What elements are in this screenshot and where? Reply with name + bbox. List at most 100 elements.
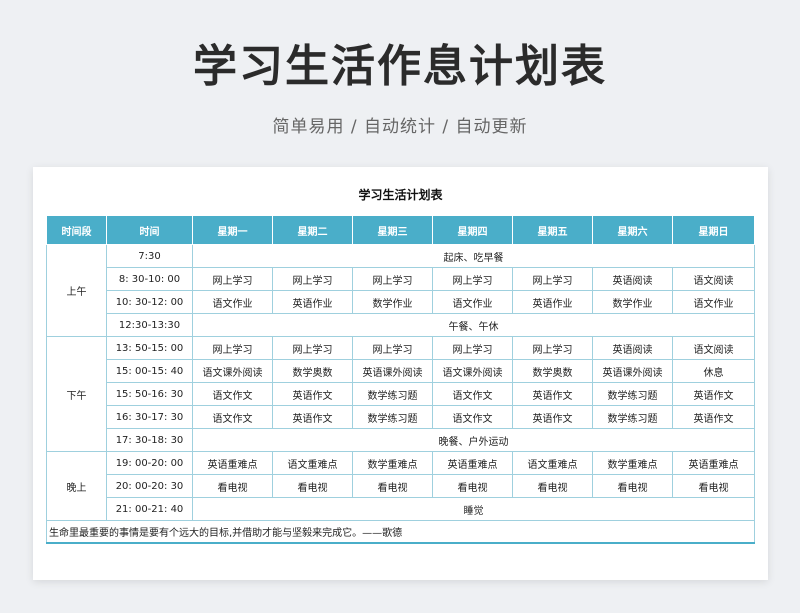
activity-cell[interactable]: 数学练习题 (592, 382, 673, 406)
activity-cell[interactable]: 看电视 (512, 474, 593, 498)
activity-cell[interactable]: 英语作文 (672, 405, 755, 429)
activity-cell[interactable]: 数学奥数 (272, 359, 353, 383)
column-header-saturday[interactable]: 星期六 (592, 215, 673, 245)
activity-cell[interactable]: 英语课外阅读 (352, 359, 433, 383)
time-cell[interactable]: 21: 00-21: 40 (106, 497, 193, 521)
merged-activity-cell[interactable]: 起床、吃早餐 (192, 244, 755, 268)
activity-cell[interactable]: 英语课外阅读 (592, 359, 673, 383)
header-row: 时间段 时间 星期一 星期二 星期三 星期四 星期五 星期六 星期日 (46, 215, 755, 245)
merged-activity-cell[interactable]: 晚餐、户外运动 (192, 428, 755, 452)
table-row: 17: 30-18: 30 晚餐、户外运动 (47, 428, 755, 452)
table-row: 15: 50-16: 30 语文作文 英语作文 数学练习题 语文作文 英语作文 … (47, 382, 755, 406)
activity-cell[interactable]: 英语作业 (272, 290, 353, 314)
activity-cell[interactable]: 语文作业 (192, 290, 273, 314)
activity-cell[interactable]: 数学重难点 (352, 451, 433, 475)
time-cell[interactable]: 8: 30-10: 00 (106, 267, 193, 291)
activity-cell[interactable]: 网上学习 (352, 336, 433, 360)
activity-cell[interactable]: 英语阅读 (592, 267, 673, 291)
activity-cell[interactable]: 看电视 (592, 474, 673, 498)
table-row: 10: 30-12: 00 语文作业 英语作业 数学作业 语文作业 英语作业 数… (47, 290, 755, 314)
activity-cell[interactable]: 英语重难点 (432, 451, 513, 475)
table-row: 上午 7:30 起床、吃早餐 (46, 244, 755, 337)
activity-cell[interactable]: 语文阅读 (672, 267, 755, 291)
activity-cell[interactable]: 语文课外阅读 (192, 359, 273, 383)
activity-cell[interactable]: 数学作业 (592, 290, 673, 314)
table-row: 15: 00-15: 40 语文课外阅读 数学奥数 英语课外阅读 语文课外阅读 … (47, 359, 755, 383)
activity-cell[interactable]: 英语阅读 (592, 336, 673, 360)
activity-cell[interactable]: 语文作业 (672, 290, 755, 314)
activity-cell[interactable]: 数学作业 (352, 290, 433, 314)
table-row: 21: 00-21: 40 睡觉 (47, 497, 755, 521)
column-header-time[interactable]: 时间 (106, 215, 193, 245)
activity-cell[interactable]: 英语重难点 (192, 451, 273, 475)
table-row: 下午 13: 50-15: 00 网上学习 网上学习 网上学习 网上学习 网上学… (46, 336, 755, 452)
activity-cell[interactable]: 数学奥数 (512, 359, 593, 383)
time-cell[interactable]: 15: 00-15: 40 (106, 359, 193, 383)
activity-cell[interactable]: 英语作文 (272, 382, 353, 406)
time-cell[interactable]: 7:30 (106, 244, 193, 268)
activity-cell[interactable]: 看电视 (432, 474, 513, 498)
activity-cell[interactable]: 语文作文 (432, 382, 513, 406)
activity-cell[interactable]: 网上学习 (512, 336, 593, 360)
table-row: 12:30-13:30 午餐、午休 (47, 313, 755, 337)
merged-activity-cell[interactable]: 睡觉 (192, 497, 755, 521)
merged-activity-cell[interactable]: 午餐、午休 (192, 313, 755, 337)
activity-cell[interactable]: 英语作业 (512, 290, 593, 314)
activity-cell[interactable]: 语文作文 (432, 405, 513, 429)
time-cell[interactable]: 13: 50-15: 00 (106, 336, 193, 360)
activity-cell[interactable]: 网上学习 (512, 267, 593, 291)
activity-cell[interactable]: 休息 (672, 359, 755, 383)
activity-cell[interactable]: 英语作文 (272, 405, 353, 429)
activity-cell[interactable]: 看电视 (352, 474, 433, 498)
quote-cell[interactable]: 生命里最重要的事情是要有个远大的目标,并借助才能与坚毅来完成它。——歌德 (46, 520, 755, 544)
column-header-period[interactable]: 时间段 (46, 215, 107, 245)
activity-cell[interactable]: 英语作文 (512, 405, 593, 429)
activity-cell[interactable]: 语文作业 (432, 290, 513, 314)
activity-cell[interactable]: 网上学习 (272, 336, 353, 360)
activity-cell[interactable]: 语文课外阅读 (432, 359, 513, 383)
activity-cell[interactable]: 网上学习 (192, 336, 273, 360)
time-cell[interactable]: 19: 00-20: 00 (106, 451, 193, 475)
activity-cell[interactable]: 英语重难点 (672, 451, 755, 475)
column-header-sunday[interactable]: 星期日 (672, 215, 755, 245)
table-row: 8: 30-10: 00 网上学习 网上学习 网上学习 网上学习 网上学习 英语… (47, 267, 755, 291)
time-cell[interactable]: 17: 30-18: 30 (106, 428, 193, 452)
activity-cell[interactable]: 网上学习 (192, 267, 273, 291)
time-cell[interactable]: 15: 50-16: 30 (106, 382, 193, 406)
activity-cell[interactable]: 看电视 (672, 474, 755, 498)
time-cell[interactable]: 16: 30-17: 30 (106, 405, 193, 429)
page-title: 学习生活作息计划表 (193, 41, 607, 92)
column-header-monday[interactable]: 星期一 (192, 215, 273, 245)
activity-cell[interactable]: 语文重难点 (272, 451, 353, 475)
activity-cell[interactable]: 英语作文 (512, 382, 593, 406)
table-row: 16: 30-17: 30 语文作文 英语作文 数学练习题 语文作文 英语作文 … (47, 405, 755, 429)
quote-row: 生命里最重要的事情是要有个远大的目标,并借助才能与坚毅来完成它。——歌德 (46, 520, 755, 544)
activity-cell[interactable]: 数学练习题 (352, 382, 433, 406)
activity-cell[interactable]: 网上学习 (352, 267, 433, 291)
time-cell[interactable]: 12:30-13:30 (106, 313, 193, 337)
activity-cell[interactable]: 网上学习 (432, 267, 513, 291)
activity-cell[interactable]: 看电视 (192, 474, 273, 498)
activity-cell[interactable]: 英语作文 (672, 382, 755, 406)
table-row: 20: 00-20: 30 看电视 看电视 看电视 看电视 看电视 看电视 看电… (47, 474, 755, 498)
activity-cell[interactable]: 语文作文 (192, 405, 273, 429)
activity-cell[interactable]: 语文作文 (192, 382, 273, 406)
time-cell[interactable]: 10: 30-12: 00 (106, 290, 193, 314)
activity-cell[interactable]: 数学练习题 (352, 405, 433, 429)
activity-cell[interactable]: 语文重难点 (512, 451, 593, 475)
activity-cell[interactable]: 网上学习 (432, 336, 513, 360)
period-morning[interactable]: 上午 (46, 244, 107, 337)
column-header-friday[interactable]: 星期五 (512, 215, 593, 245)
column-header-wednesday[interactable]: 星期三 (352, 215, 433, 245)
time-cell[interactable]: 20: 00-20: 30 (106, 474, 193, 498)
activity-cell[interactable]: 网上学习 (272, 267, 353, 291)
column-header-thursday[interactable]: 星期四 (432, 215, 513, 245)
activity-cell[interactable]: 语文阅读 (672, 336, 755, 360)
period-evening[interactable]: 晚上 (46, 451, 107, 521)
period-afternoon[interactable]: 下午 (46, 336, 107, 452)
activity-cell[interactable]: 看电视 (272, 474, 353, 498)
column-header-tuesday[interactable]: 星期二 (272, 215, 353, 245)
activity-cell[interactable]: 数学重难点 (592, 451, 673, 475)
spreadsheet-card: 学习生活计划表 时间段 时间 星期一 星期二 星期三 星期四 星期五 星期六 星… (33, 167, 768, 580)
activity-cell[interactable]: 数学练习题 (592, 405, 673, 429)
